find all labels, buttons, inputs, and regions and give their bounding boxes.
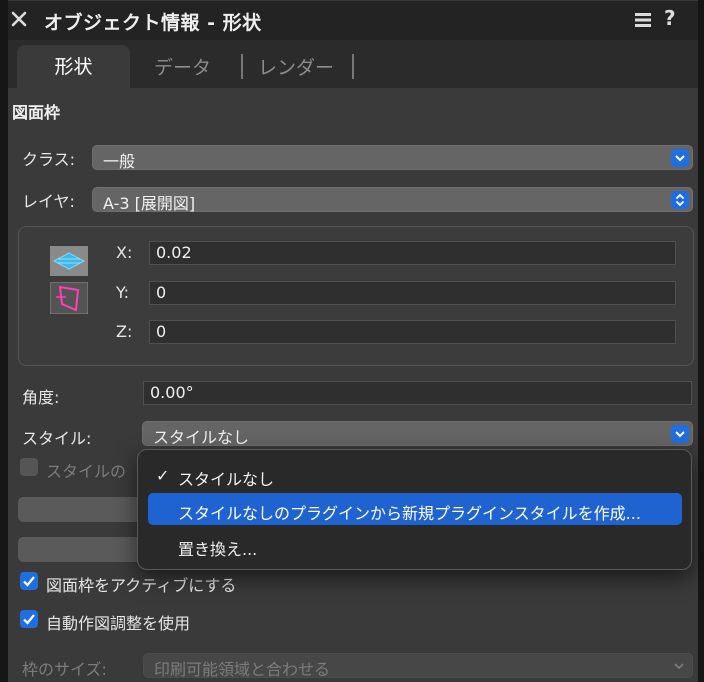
layer-value: A-3 [展開図] xyxy=(103,194,196,213)
z-label: Z: xyxy=(116,322,133,341)
chevron-down-icon xyxy=(671,149,689,167)
class-value: 一般 xyxy=(103,152,136,171)
auto-adjust-label: 自動作図調整を使用 xyxy=(46,614,191,633)
frame-size-popup[interactable]: 印刷可能領域と合わせる xyxy=(143,653,693,679)
checkmark-icon: ✓ xyxy=(156,466,170,485)
angle-input[interactable]: 0.00° xyxy=(143,381,692,405)
style-label: スタイル: xyxy=(22,429,92,448)
tab-data[interactable]: データ xyxy=(154,53,211,80)
tab-divider xyxy=(352,54,354,79)
tab-shape[interactable]: 形状 xyxy=(17,45,130,89)
window-title: オブジェクト情報 - 形状 xyxy=(44,12,262,34)
menu-icon[interactable] xyxy=(634,11,652,29)
class-label: クラス: xyxy=(22,150,76,169)
layer-label: レイヤ: xyxy=(22,192,75,211)
x-input[interactable]: 0.02 xyxy=(149,241,676,265)
frame-size-label: 枠のサイズ: xyxy=(22,660,107,679)
z-value: 0 xyxy=(156,322,167,341)
y-label: Y: xyxy=(116,283,130,302)
auto-adjust-checkbox[interactable] xyxy=(20,610,38,628)
frame-size-value: 印刷可能領域と合わせる xyxy=(154,660,331,679)
plane-view-icon[interactable] xyxy=(50,246,88,276)
style-checkbox-label: スタイルの xyxy=(46,462,127,481)
tab-divider xyxy=(241,54,243,79)
screen-plane-icon[interactable] xyxy=(50,282,88,314)
style-popup[interactable]: スタイルなし xyxy=(142,421,693,447)
menu-item-replace[interactable]: 置き換え... xyxy=(178,536,257,560)
menu-item-create-plugin-style[interactable]: スタイルなしのプラグインから新規プラグインスタイルを作成... xyxy=(178,500,641,524)
x-value: 0.02 xyxy=(156,243,192,262)
menu-item-no-style[interactable]: スタイルなし xyxy=(178,466,274,490)
x-label: X: xyxy=(116,243,133,262)
layer-popup[interactable]: A-3 [展開図] xyxy=(92,187,693,213)
updown-chevron-icon xyxy=(671,191,689,209)
y-value: 0 xyxy=(156,283,167,302)
z-input[interactable]: 0 xyxy=(149,320,676,344)
close-icon[interactable] xyxy=(10,10,28,28)
angle-label: 角度: xyxy=(22,388,60,407)
active-frame-checkbox[interactable] xyxy=(20,572,38,590)
style-value: スタイルなし xyxy=(153,428,250,447)
style-checkbox[interactable] xyxy=(20,458,38,476)
class-popup[interactable]: 一般 xyxy=(92,145,693,171)
section-title: 図面枠 xyxy=(12,103,61,122)
tab-render[interactable]: レンダー xyxy=(258,53,334,80)
y-input[interactable]: 0 xyxy=(149,281,676,305)
active-frame-label: 図面枠をアクティブにする xyxy=(46,576,237,595)
chevron-down-icon xyxy=(671,425,689,443)
angle-value: 0.00° xyxy=(150,383,194,402)
help-icon[interactable]: ? xyxy=(664,6,676,30)
chevron-down-icon xyxy=(674,663,684,670)
